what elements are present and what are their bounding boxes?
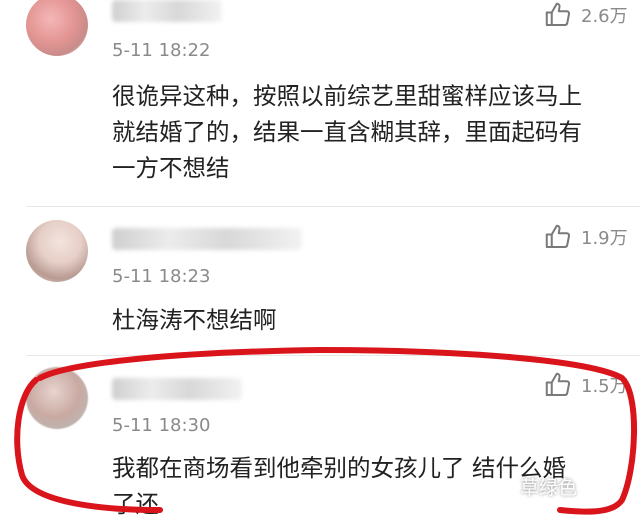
comment-text: 杜海涛不想结啊 [112, 306, 277, 334]
divider [26, 206, 640, 207]
username-redacted[interactable] [112, 378, 242, 400]
avatar[interactable] [26, 220, 88, 282]
avatar[interactable] [26, 0, 88, 56]
like-count: 1.5万 [581, 376, 628, 397]
thumbs-up-icon [545, 2, 571, 26]
like-button[interactable]: 2.6万 [543, 0, 628, 30]
like-button[interactable]: 1.9万 [543, 222, 628, 252]
like-count: 1.9万 [581, 228, 628, 249]
like-count: 2.6万 [581, 6, 628, 27]
username-redacted[interactable] [112, 0, 222, 22]
watermark-text: 草绿色 [520, 477, 578, 499]
like-button[interactable]: 1.5万 [543, 370, 628, 400]
comment-time: 5-11 18:22 [112, 40, 211, 61]
divider [26, 355, 640, 356]
comment-text: 很诡异这种，按照以前综艺里甜蜜样应该马上 就结婚了的，结果一直含糊其辞，里面起码… [112, 82, 582, 182]
comment-time: 5-11 18:30 [112, 415, 211, 436]
thumbs-up-icon [545, 372, 571, 396]
username-redacted[interactable] [112, 228, 302, 250]
avatar[interactable] [26, 367, 88, 429]
thumbs-up-icon [545, 224, 571, 248]
comment-time: 5-11 18:23 [112, 266, 211, 287]
